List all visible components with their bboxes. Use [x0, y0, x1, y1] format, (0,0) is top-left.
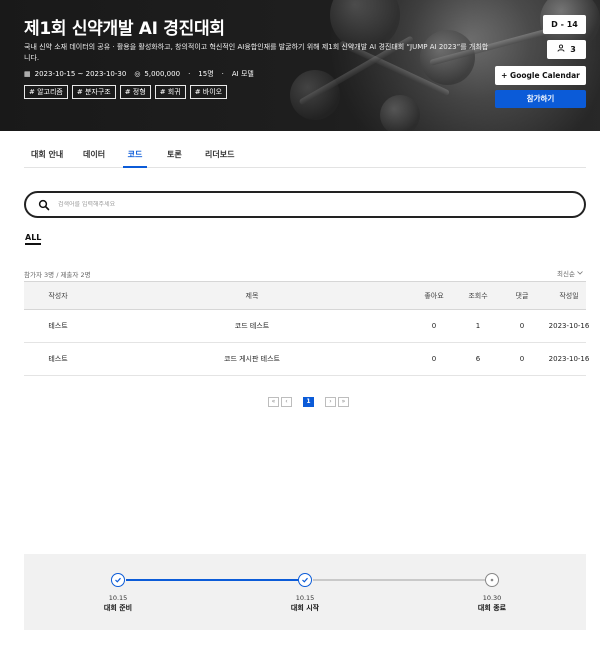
- tab-leaderboard[interactable]: 리더보드: [205, 143, 234, 168]
- competition-title: 제1회 신약개발 AI 경진대회: [24, 19, 225, 39]
- timeline-label: 대회 시작: [290, 604, 320, 612]
- check-icon: [111, 573, 125, 587]
- row-author: 테스트: [48, 355, 68, 363]
- prev-page-button[interactable]: ‹: [281, 397, 292, 407]
- next-page-button[interactable]: ›: [325, 397, 336, 407]
- join-button[interactable]: 참가하기: [495, 90, 586, 108]
- timeline-label: 대회 준비: [103, 604, 133, 612]
- filter-all[interactable]: ALL: [25, 233, 42, 245]
- separator-dot: ·: [221, 70, 224, 78]
- row-date: 2023-10-16: [548, 355, 590, 363]
- timeline-remaining-line: [313, 579, 485, 581]
- row-date: 2023-10-16: [548, 322, 590, 330]
- row-views: 1: [475, 322, 481, 330]
- tag-list: # 알고리즘 # 분자구조 # 정형 # 회귀 # 바이오: [24, 85, 228, 99]
- dday-badge: D - 14: [543, 15, 586, 34]
- hero-banner: 제1회 신약개발 AI 경진대회 국내 신약 소재 데이터의 공유 · 활용을 …: [0, 0, 600, 131]
- timeline-label: 대회 종료: [477, 604, 507, 612]
- header-date: 작성일: [559, 291, 579, 300]
- timeline-date: 10.30: [482, 594, 502, 602]
- participants-badge: 3: [547, 40, 586, 59]
- search-bar: [24, 191, 586, 218]
- tab-code[interactable]: 코드: [123, 143, 147, 168]
- chevron-down-icon: [577, 269, 583, 277]
- row-author: 테스트: [48, 322, 68, 330]
- timeline-date: 10.15: [295, 594, 315, 602]
- row-likes: 0: [431, 322, 437, 330]
- header-likes: 좋아요: [424, 291, 444, 300]
- competition-period: 2023-10-15 ~ 2023-10-30: [34, 70, 127, 78]
- first-page-button[interactable]: «: [268, 397, 279, 407]
- tab-discussion[interactable]: 토론: [167, 143, 182, 168]
- table-header: 작성자 제목 좋아요 조회수 댓글 작성일: [24, 282, 586, 310]
- timeline-date: 10.15: [108, 594, 128, 602]
- tag-chip[interactable]: # 회귀: [154, 85, 186, 99]
- table-row[interactable]: 테스트 코드 테스트 0 1 0 2023-10-16: [24, 310, 589, 343]
- calendar-icon: ▦: [24, 70, 31, 78]
- separator-dot: ·: [188, 70, 191, 78]
- pending-dot-icon: [485, 573, 499, 587]
- timeline-progress-line: [126, 579, 298, 581]
- code-table: 작성자 제목 좋아요 조회수 댓글 작성일 테스트 코드 테스트 0 1 0 2…: [24, 281, 589, 376]
- sort-label: 최신순: [557, 270, 575, 278]
- participant-summary: 참가자 3명 / 제출자 2명: [24, 271, 91, 279]
- competition-prize: 5,000,000: [144, 70, 181, 78]
- competition-meta: ▦ 2023-10-15 ~ 2023-10-30 ◎ 5,000,000 · …: [24, 69, 254, 79]
- row-title[interactable]: 코드 게시판 테스트: [92, 343, 412, 375]
- participants-count: 3: [570, 45, 576, 54]
- table-row[interactable]: 테스트 코드 게시판 테스트 0 6 0 2023-10-16: [24, 343, 589, 376]
- tag-chip[interactable]: # 분자구조: [71, 85, 116, 99]
- header-views: 조회수: [468, 291, 488, 300]
- tab-data[interactable]: 데이터: [83, 143, 105, 168]
- person-icon: [557, 40, 565, 59]
- row-likes: 0: [431, 355, 437, 363]
- tag-chip[interactable]: # 정형: [119, 85, 151, 99]
- row-title[interactable]: 코드 테스트: [92, 310, 412, 342]
- row-views: 6: [475, 355, 481, 363]
- header-title: 제목: [245, 291, 259, 300]
- last-page-button[interactable]: »: [338, 397, 349, 407]
- google-calendar-button[interactable]: + Google Calendar: [495, 66, 586, 85]
- search-input[interactable]: [58, 201, 538, 208]
- competition-teams: 15명: [198, 70, 214, 78]
- header-author: 작성자: [48, 291, 68, 300]
- competition-category: AI 모델: [231, 70, 254, 78]
- tag-chip[interactable]: # 알고리즘: [24, 85, 68, 99]
- search-icon[interactable]: [38, 199, 50, 211]
- pagination: « ‹ 1 › »: [268, 397, 349, 407]
- tab-overview[interactable]: 대회 안내: [31, 143, 63, 168]
- competition-description: 국내 신약 소재 데이터의 공유 · 활용을 활성화하고, 창의적이고 혁신적인…: [24, 43, 489, 62]
- page-number-current[interactable]: 1: [303, 397, 314, 407]
- check-icon: [298, 573, 312, 587]
- sort-dropdown[interactable]: 최신순: [557, 268, 583, 278]
- competition-tabs: 대회 안내 데이터 코드 토론 리더보드: [24, 143, 586, 168]
- competition-timeline: 10.15 대회 준비 10.15 대회 시작 10.30 대회 종료: [24, 554, 586, 630]
- tag-chip[interactable]: # 바이오: [189, 85, 228, 99]
- prize-icon: ◎: [134, 70, 141, 78]
